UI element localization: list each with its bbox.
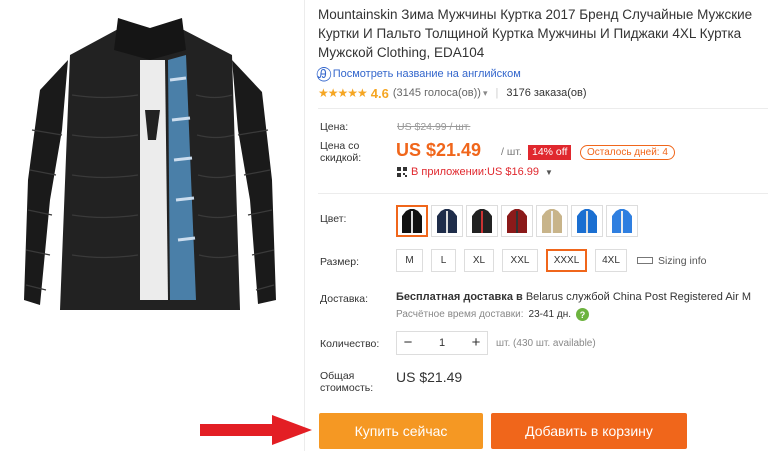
size-options: M L XL XXL XXXL 4XL Sizing info xyxy=(396,249,706,272)
delivery-time: Расчётное время доставки: 23-41 дн. ? xyxy=(396,308,590,321)
product-image[interactable] xyxy=(0,0,300,451)
color-label: Цвет: xyxy=(320,213,347,225)
help-icon[interactable]: ? xyxy=(576,308,590,321)
rating-votes[interactable]: (3145 голоса(ов)) xyxy=(393,87,481,99)
product-info: Mountainskin Зима Мужчины Куртка 2017 Бр… xyxy=(318,0,768,102)
discount-price-label-line1: Цена со xyxy=(320,140,360,152)
divider xyxy=(318,108,768,109)
image-divider xyxy=(304,0,305,451)
discount-price-label-line2: скидкой: xyxy=(320,152,362,164)
separator: | xyxy=(495,87,499,99)
shipping-label: Доставка: xyxy=(320,293,369,305)
quantity-increase-button[interactable]: + xyxy=(465,332,487,354)
app-price-label[interactable]: В приложении:US $16.99 xyxy=(411,166,539,178)
total-price: US $21.49 xyxy=(396,369,463,385)
free-shipping-text: Бесплатная доставка в xyxy=(396,291,523,303)
chevron-down-icon[interactable]: ▾ xyxy=(483,88,488,99)
size-option[interactable]: XL xyxy=(464,249,494,272)
color-swatch[interactable] xyxy=(536,205,568,237)
ruler-icon xyxy=(637,257,653,264)
product-title: Mountainskin Зима Мужчины Куртка 2017 Бр… xyxy=(318,7,753,60)
quantity-available: шт. (430 шт. available) xyxy=(496,338,596,349)
app-price[interactable]: В приложении:US $16.99 ▼ xyxy=(397,166,553,178)
size-option[interactable]: 4XL xyxy=(595,249,627,272)
size-label: Размер: xyxy=(320,256,360,268)
jacket-image xyxy=(24,18,276,310)
color-swatch[interactable] xyxy=(571,205,603,237)
per-unit: / шт. xyxy=(501,146,522,158)
color-swatch[interactable] xyxy=(396,205,428,237)
quantity-input[interactable] xyxy=(419,337,465,349)
quantity-label: Количество: xyxy=(320,338,380,350)
original-price: US $24.99 / шт. xyxy=(397,121,471,133)
delivery-time-label: Расчётное время доставки: xyxy=(396,309,524,320)
rating-score: 4.6 xyxy=(370,85,389,101)
buy-now-button[interactable]: Купить сейчас xyxy=(319,413,483,449)
translate-link-label[interactable]: Посмотреть название на английском xyxy=(333,68,521,80)
price-label: Цена: xyxy=(320,121,349,133)
shipping-method-text[interactable]: Belarus службой China Post Registered Ai… xyxy=(526,291,751,303)
days-left-badge: Осталось дней: 4 xyxy=(580,145,675,160)
color-swatches xyxy=(396,205,638,237)
color-swatch[interactable] xyxy=(431,205,463,237)
sizing-info-label[interactable]: Sizing info xyxy=(658,255,706,267)
translate-icon: Ꭿ⃝ xyxy=(318,66,327,81)
discount-badge: 14% off xyxy=(528,145,572,160)
size-option-selected[interactable]: XXXL xyxy=(546,249,587,272)
divider xyxy=(318,193,768,194)
quantity-stepper: − + xyxy=(396,331,488,355)
size-option[interactable]: M xyxy=(396,249,423,272)
qr-code-icon xyxy=(397,167,407,177)
rating-row: ★★★★★ 4.6 (3145 голоса(ов)) ▾ | 3176 зак… xyxy=(318,84,768,102)
star-rating-icon: ★★★★★ xyxy=(318,86,368,100)
orders-count: 3176 заказа(ов) xyxy=(506,87,587,99)
arrow-right-icon xyxy=(200,415,312,445)
translate-link[interactable]: Ꭿ⃝ Посмотреть название на английском xyxy=(318,67,768,81)
delivery-time-value: 23-41 дн. xyxy=(528,309,572,320)
shipping-method[interactable]: Бесплатная доставка в Belarus службой Ch… xyxy=(396,291,751,303)
quantity-decrease-button[interactable]: − xyxy=(397,332,419,354)
total-label-line2: стоимость: xyxy=(320,382,374,394)
size-option[interactable]: L xyxy=(431,249,456,272)
sizing-info-link[interactable]: Sizing info xyxy=(637,255,706,267)
color-swatch[interactable] xyxy=(466,205,498,237)
color-swatch[interactable] xyxy=(606,205,638,237)
caret-down-icon[interactable]: ▼ xyxy=(545,168,553,177)
sale-price: US $21.49 xyxy=(396,140,482,160)
total-label-line1: Общая xyxy=(320,370,355,382)
size-option[interactable]: XXL xyxy=(502,249,538,272)
color-swatch[interactable] xyxy=(501,205,533,237)
add-to-cart-button[interactable]: Добавить в корзину xyxy=(491,413,687,449)
